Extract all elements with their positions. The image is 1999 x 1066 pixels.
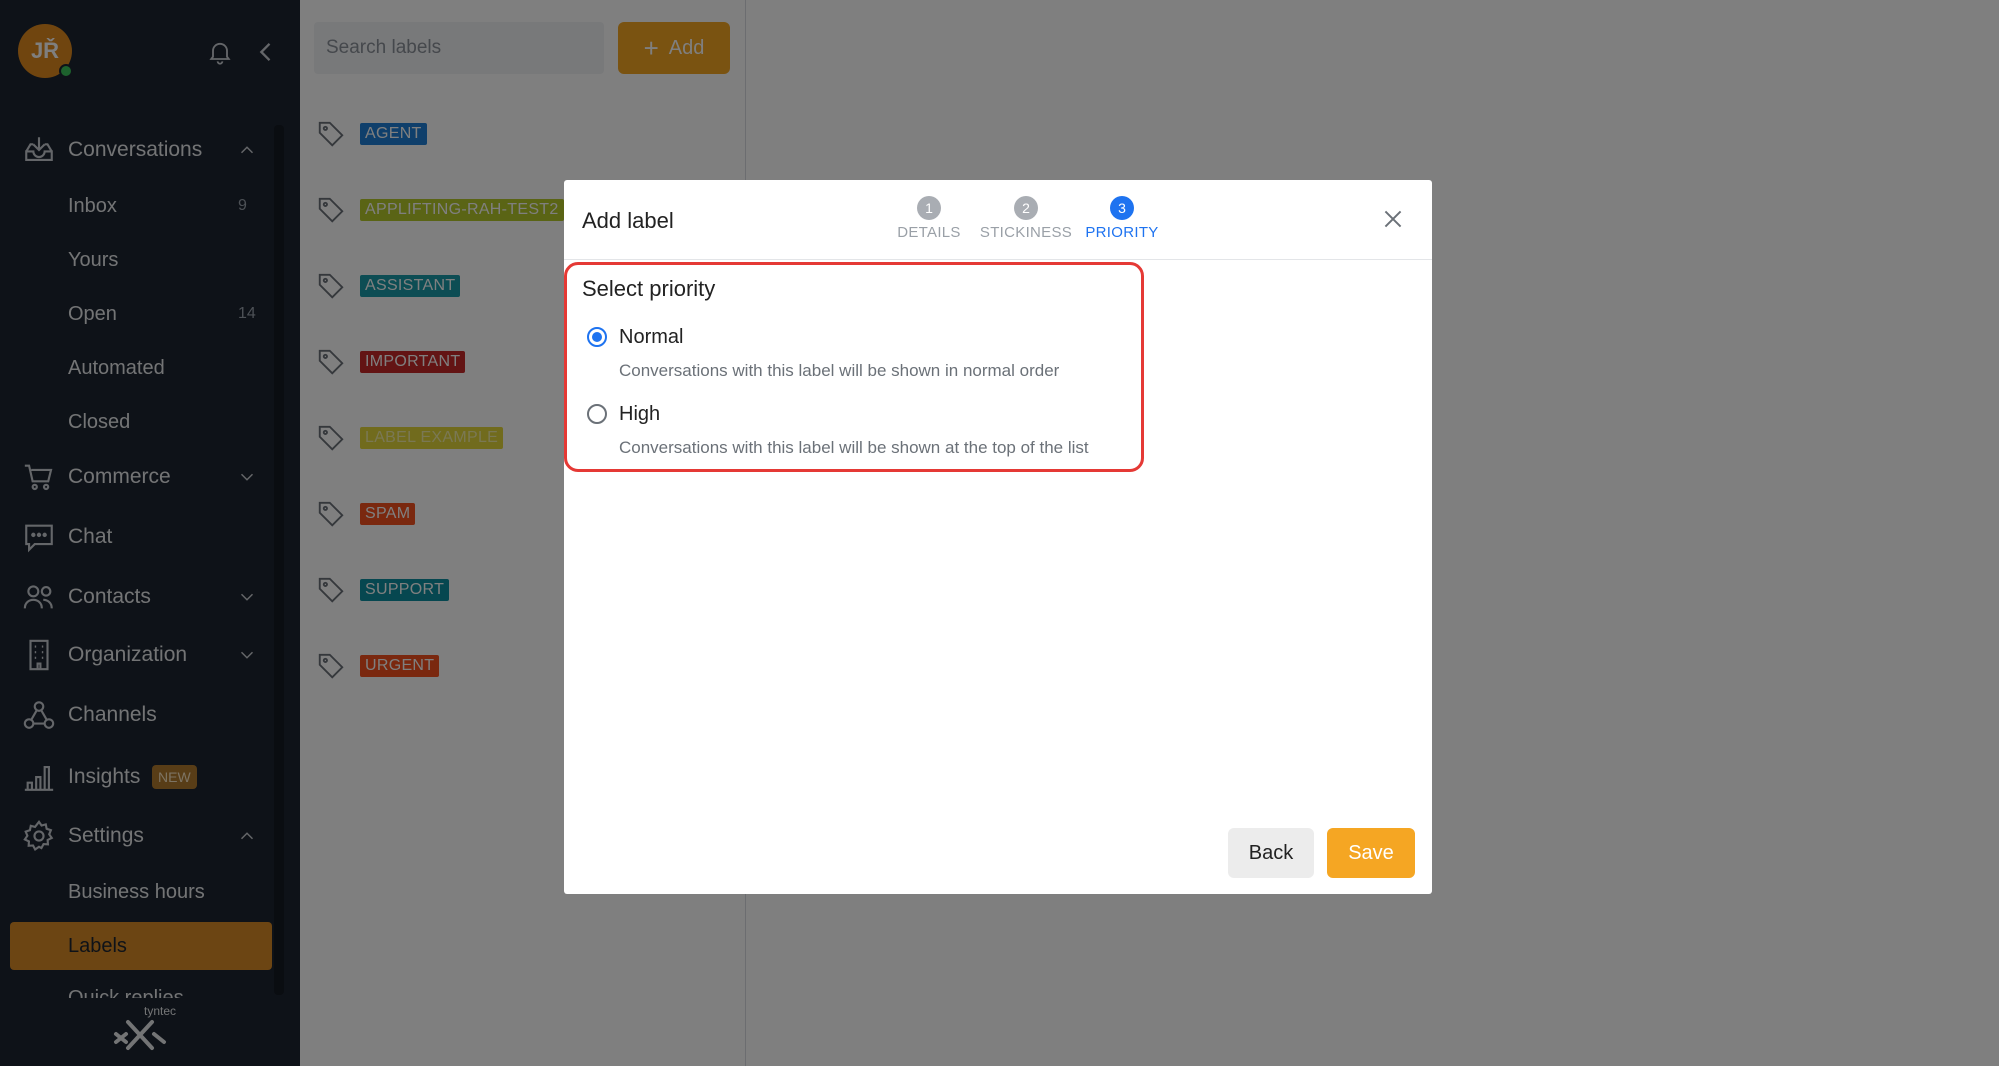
step-name: PRIORITY (1085, 224, 1159, 241)
priority-high-label[interactable]: High (619, 403, 660, 426)
step-stickiness[interactable]: 2 STICKINESS (976, 196, 1076, 241)
step-number: 3 (1110, 196, 1134, 220)
priority-high-description: Conversations with this label will be sh… (619, 438, 1089, 457)
priority-high-radio[interactable] (587, 404, 607, 424)
priority-normal-radio[interactable] (587, 327, 607, 347)
step-details[interactable]: 1 DETAILS (894, 196, 964, 241)
step-name: DETAILS (897, 224, 961, 241)
priority-normal-description: Conversations with this label will be sh… (619, 361, 1060, 380)
modal-header: Add label 1 DETAILS 2 STICKINESS 3 PRIOR… (564, 180, 1432, 260)
close-icon[interactable] (1380, 206, 1406, 232)
step-priority[interactable]: 3 PRIORITY (1080, 196, 1164, 241)
select-priority-title: Select priority (582, 276, 716, 301)
step-number: 1 (917, 196, 941, 220)
priority-normal-label[interactable]: Normal (619, 326, 683, 349)
step-name: STICKINESS (979, 224, 1073, 241)
step-number: 2 (1014, 196, 1038, 220)
modal-title: Add label (582, 208, 674, 233)
add-label-modal: Add label 1 DETAILS 2 STICKINESS 3 PRIOR… (564, 180, 1432, 894)
save-button[interactable]: Save (1327, 828, 1415, 878)
back-button[interactable]: Back (1228, 828, 1314, 878)
